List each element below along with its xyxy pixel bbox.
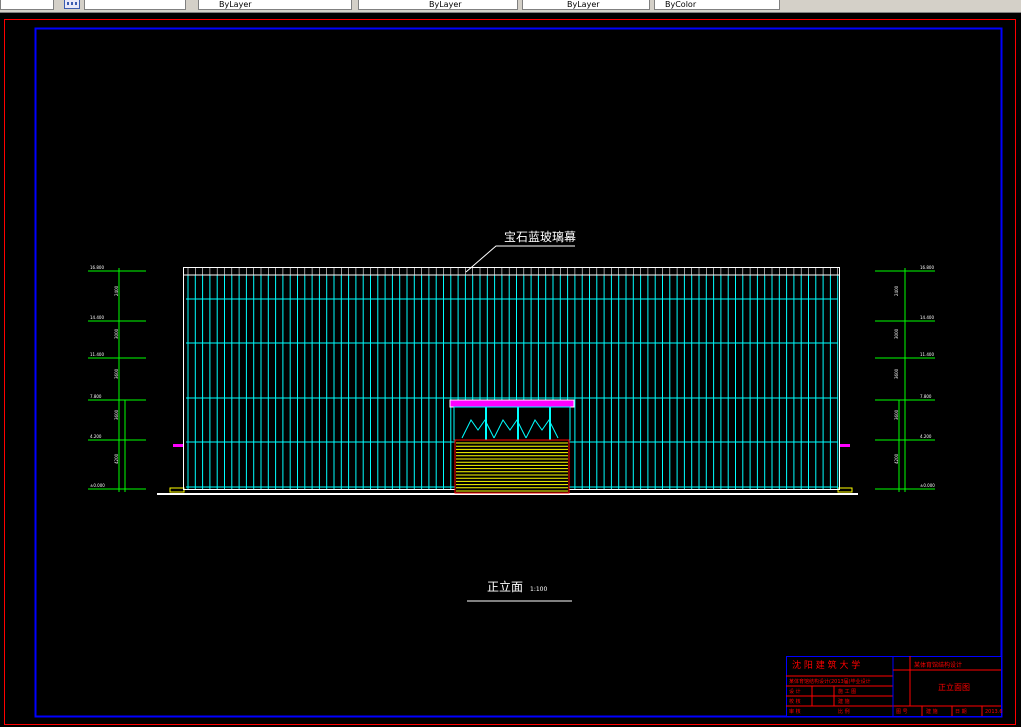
entrance (449, 399, 575, 494)
dimension-label: 2400 (894, 285, 899, 296)
dimension-label: 3600 (114, 368, 119, 379)
elevation-label: 16.800 (90, 265, 104, 270)
dimension-label: 4200 (894, 453, 899, 464)
tb-row2-value: 施 工 图 (838, 688, 856, 695)
elevation-label: 4.200 (90, 434, 102, 439)
tb-row1: 某体育馆结构设计(2013届)毕业设计 (789, 678, 871, 685)
elevation-label: 4.200 (920, 434, 932, 439)
inner-frame (34, 27, 1003, 718)
left-elevation-dimensions: 16.800 14.400 11.400 7.800 4.200 ±0.000 2400 30… (88, 265, 146, 492)
dimension-label: 3000 (114, 328, 119, 339)
dimension-label: 3600 (894, 409, 899, 420)
elevation-label: 11.400 (90, 352, 104, 357)
tb-row3-label: 校 核 (789, 698, 801, 705)
tb-bottom-1: 建 施 (926, 708, 938, 715)
dimension-label: 3600 (894, 368, 899, 379)
elevation-label: 14.400 (90, 315, 104, 320)
elevation-label: ±0.000 (920, 483, 935, 488)
drawing-canvas[interactable]: 16.800 14.400 11.400 7.800 4.200 ±0.000 2400 30… (0, 0, 1021, 727)
sheet-title: 正立面图 (938, 682, 970, 692)
elevation-label: ±0.000 (90, 483, 105, 488)
tb-row3-value: 建 施 (838, 698, 850, 705)
tb-bottom-2: 日 期 (955, 709, 967, 715)
right-elevation-dimensions: 16.800 14.400 11.400 7.800 4.200 ±0.000 2400 30… (875, 265, 935, 492)
left-level-marker (173, 444, 183, 447)
callout-leader (465, 245, 575, 273)
callout-label: 宝石蓝玻璃幕 (504, 230, 576, 244)
dimension-label: 3600 (114, 409, 119, 420)
school-name: 沈 阳 建 筑 大 学 (792, 659, 860, 671)
tb-bottom-3: 2013.6 (985, 709, 1003, 715)
left-step (169, 487, 185, 493)
tb-row4-label: 审 核 (789, 708, 801, 715)
dimension-label: 4200 (114, 453, 119, 464)
elevation-label: 14.400 (920, 315, 934, 320)
tb-row2-label: 设 计 (789, 688, 801, 695)
elevation-label: 7.800 (90, 394, 102, 399)
view-scale: 1:100 (530, 586, 547, 593)
dimension-label: 3000 (894, 328, 899, 339)
entrance-canopy (449, 399, 575, 408)
elevation-label: 11.400 (920, 352, 934, 357)
right-step (837, 487, 853, 493)
tb-row4-value: 比 例 (838, 708, 850, 715)
view-title: 正立面 (487, 579, 523, 594)
outer-frame (4, 19, 1016, 725)
project-name: 某体育馆结构设计 (914, 661, 962, 669)
right-level-marker (840, 444, 850, 447)
tb-bottom-0: 图 号 (896, 709, 908, 715)
dimension-label: 2400 (114, 285, 119, 296)
elevation-label: 7.800 (920, 394, 932, 399)
elevation-label: 16.800 (920, 265, 934, 270)
entrance-glazing (453, 406, 571, 441)
title-block: 沈 阳 建 筑 大 学 某体育馆结构设计 正立面图 某体育馆结构设计(2013届… (786, 656, 1003, 717)
